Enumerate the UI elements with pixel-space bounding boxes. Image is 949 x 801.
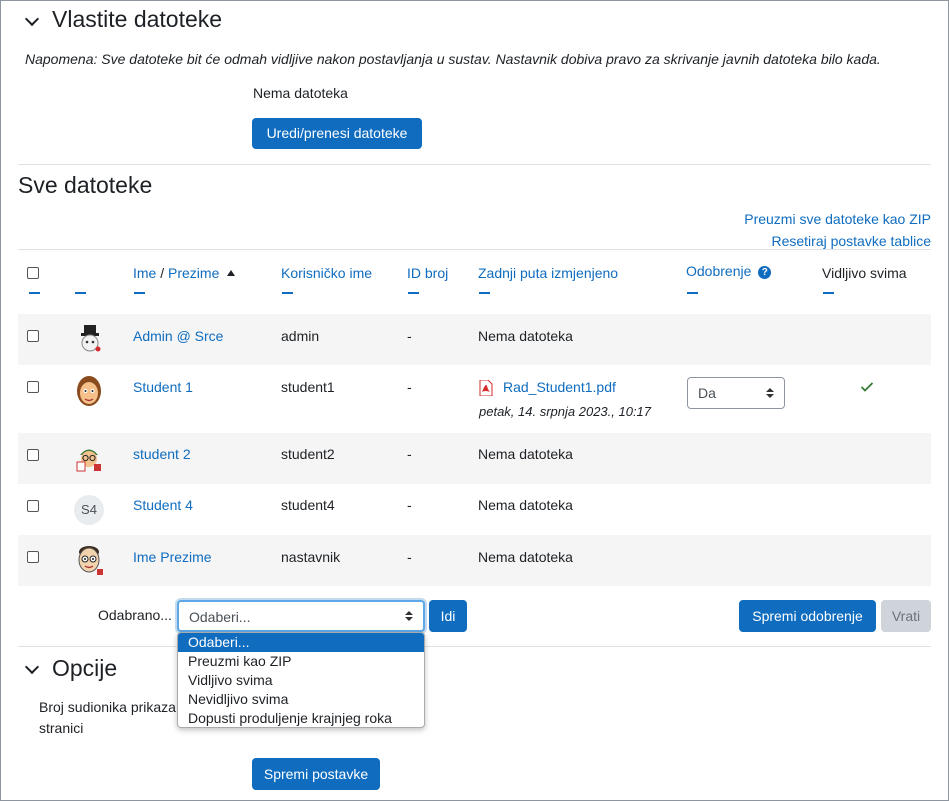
header-approval: Odobrenje ? bbox=[686, 263, 772, 279]
all-files-title: Sve datoteke bbox=[18, 172, 153, 198]
user-name-link[interactable]: Student 4 bbox=[133, 497, 193, 513]
options-title: Opcije bbox=[52, 655, 118, 681]
save-settings-button[interactable]: Spremi postavke bbox=[252, 758, 380, 790]
divider bbox=[18, 164, 931, 165]
username-cell: student4 bbox=[281, 497, 335, 513]
hide-column-icon[interactable] bbox=[479, 292, 490, 294]
bulk-action-dropdown: Odaberi... Preuzmi kao ZIP Vidljivo svim… bbox=[177, 632, 425, 728]
select-arrows-icon bbox=[766, 388, 774, 398]
bulk-action-select[interactable]: Odaberi... bbox=[177, 600, 425, 632]
bulk-select-value: Odaberi... bbox=[189, 609, 251, 625]
username-cell: student2 bbox=[281, 446, 335, 462]
file-cell: Nema datoteka bbox=[478, 497, 573, 513]
user-name-link[interactable]: Ime Prezime bbox=[133, 549, 212, 565]
divider bbox=[18, 646, 931, 647]
file-cell: Nema datoteka bbox=[478, 549, 573, 565]
table-row bbox=[18, 365, 931, 433]
user-name-link[interactable]: student 2 bbox=[133, 446, 191, 462]
help-icon[interactable]: ? bbox=[758, 266, 772, 279]
user-name-link[interactable]: Student 1 bbox=[133, 379, 193, 395]
file-date: petak, 14. srpnja 2023., 10:17 bbox=[479, 404, 652, 419]
header-visible: Vidljivo svima bbox=[822, 265, 907, 281]
username-cell: nastavnik bbox=[281, 549, 341, 565]
own-files-title: Vlastite datoteke bbox=[52, 6, 223, 32]
username-cell: admin bbox=[281, 328, 320, 344]
row-checkbox[interactable] bbox=[27, 330, 39, 342]
user-avatar bbox=[76, 325, 104, 353]
sort-last-modified-link[interactable]: Zadnji puta izmjenjeno bbox=[478, 265, 618, 281]
own-files-note: Napomena: Sve datoteke bit će odmah vidl… bbox=[25, 51, 881, 67]
sort-ascending-icon bbox=[227, 270, 236, 276]
header-name: Ime / Prezime bbox=[133, 265, 236, 281]
download-all-zip-link[interactable]: Preuzmi sve datoteke kao ZIP bbox=[744, 211, 931, 227]
dropdown-option[interactable]: Dopusti produljenje krajnjeg roka bbox=[178, 709, 424, 727]
save-approval-button[interactable]: Spremi odobrenje bbox=[739, 600, 876, 632]
dropdown-option[interactable]: Vidljivo svima bbox=[178, 671, 424, 690]
header-separator: / bbox=[156, 265, 169, 281]
upload-files-button[interactable]: Uredi/prenesi datoteke bbox=[252, 118, 422, 149]
reset-table-link[interactable]: Resetiraj postavke tablice bbox=[771, 233, 931, 249]
dropdown-option[interactable]: Nevidljivo svima bbox=[178, 690, 424, 709]
own-files-empty: Nema datoteka bbox=[253, 85, 348, 101]
file-cell: Nema datoteka bbox=[478, 328, 573, 344]
hide-column-icon[interactable] bbox=[823, 292, 834, 294]
hide-column-icon[interactable] bbox=[282, 292, 293, 294]
approval-select[interactable]: Da bbox=[687, 377, 785, 409]
revert-button[interactable]: Vrati bbox=[881, 600, 931, 632]
hide-column-icon[interactable] bbox=[408, 292, 419, 294]
hide-column-icon[interactable] bbox=[75, 292, 86, 294]
hide-column-icon[interactable] bbox=[29, 292, 40, 294]
bulk-action-label: Odabrano... bbox=[98, 607, 172, 623]
sort-username-link[interactable]: Korisničko ime bbox=[281, 265, 372, 281]
username-cell: student1 bbox=[281, 379, 335, 395]
select-arrows-icon bbox=[405, 611, 413, 621]
hide-column-icon[interactable] bbox=[687, 292, 698, 294]
approval-header-label: Odobrenje bbox=[686, 263, 752, 279]
row-checkbox[interactable] bbox=[27, 551, 39, 563]
id-cell: - bbox=[407, 497, 412, 513]
select-all-checkbox[interactable] bbox=[27, 267, 39, 279]
sort-last-name-link[interactable]: Prezime bbox=[168, 265, 219, 281]
go-button[interactable]: Idi bbox=[429, 600, 467, 632]
user-avatar bbox=[74, 544, 104, 576]
submission-file-link[interactable]: Rad_Student1.pdf bbox=[503, 379, 616, 395]
table-top-border bbox=[18, 249, 931, 250]
dropdown-option[interactable]: Preuzmi kao ZIP bbox=[178, 652, 424, 671]
row-checkbox[interactable] bbox=[27, 449, 39, 461]
visible-check-icon bbox=[860, 380, 874, 396]
per-page-label: Broj sudionika prikaza bbox=[39, 699, 176, 715]
id-cell: - bbox=[407, 446, 412, 462]
id-cell: - bbox=[407, 549, 412, 565]
user-initials-avatar: S4 bbox=[74, 495, 104, 525]
row-checkbox[interactable] bbox=[27, 381, 39, 393]
row-checkbox[interactable] bbox=[27, 500, 39, 512]
id-cell: - bbox=[407, 328, 412, 344]
file-cell: Nema datoteka bbox=[478, 446, 573, 462]
dropdown-option[interactable]: Odaberi... bbox=[178, 633, 424, 652]
user-avatar bbox=[74, 443, 104, 473]
user-name-link[interactable]: Admin @ Srce bbox=[133, 328, 223, 344]
per-page-label-cont: stranici bbox=[39, 720, 84, 736]
hide-column-icon[interactable] bbox=[134, 292, 145, 294]
user-avatar bbox=[75, 374, 103, 408]
sort-first-name-link[interactable]: Ime bbox=[133, 265, 156, 281]
sort-id-link[interactable]: ID broj bbox=[407, 265, 448, 281]
id-cell: - bbox=[407, 379, 412, 395]
pdf-icon bbox=[479, 379, 493, 399]
approval-select-value: Da bbox=[698, 385, 716, 401]
